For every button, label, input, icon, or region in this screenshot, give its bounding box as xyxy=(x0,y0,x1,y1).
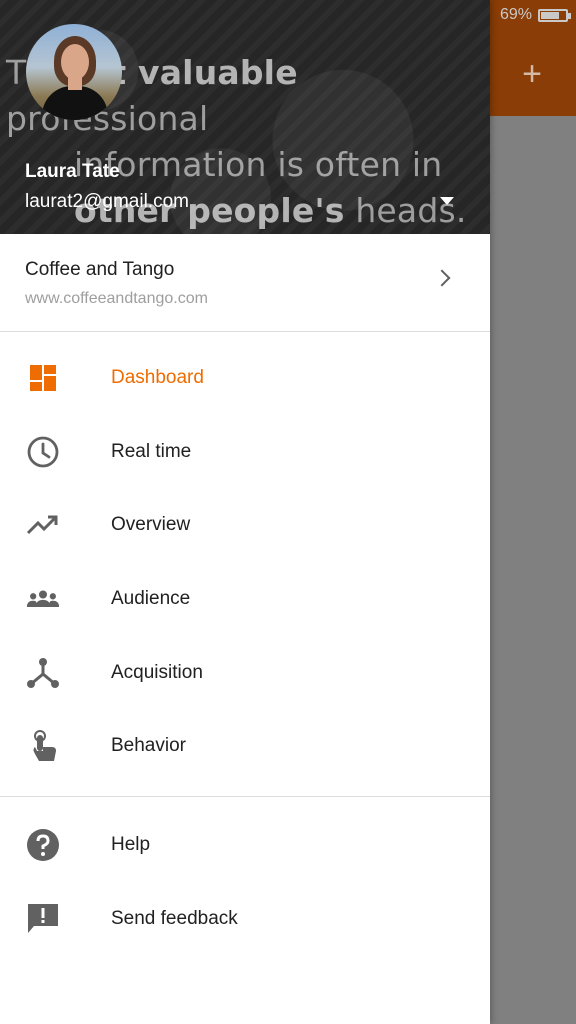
primary-nav: Dashboard Real time Overview Audience Ac… xyxy=(0,332,490,783)
avatar[interactable] xyxy=(26,24,122,120)
navigation-drawer: T st valuable professional information i… xyxy=(0,0,490,1024)
nav-item-label: Acquisition xyxy=(111,661,203,683)
nav-item-label: Audience xyxy=(111,587,191,609)
nav-item-label: Behavior xyxy=(111,735,186,757)
nav-item-real-time[interactable]: Real time xyxy=(0,415,490,489)
nav-item-send-feedback[interactable]: Send feedback xyxy=(0,882,490,956)
plus-icon: + xyxy=(522,55,542,93)
battery-icon xyxy=(538,8,571,22)
property-url: www.coffeeandtango.com xyxy=(25,290,208,307)
feedback-icon xyxy=(26,902,60,936)
nav-item-label: Help xyxy=(111,833,151,855)
user-name: Laura Tate xyxy=(25,161,120,182)
battery-text: 69% xyxy=(499,6,532,23)
clock-icon xyxy=(26,435,60,469)
merge-icon xyxy=(26,656,60,690)
add-button[interactable]: + xyxy=(510,52,554,96)
account-dropdown-icon[interactable] xyxy=(438,192,458,212)
nav-item-label: Send feedback xyxy=(111,907,238,929)
nav-item-acquisition[interactable]: Acquisition xyxy=(0,636,490,710)
trending-up-icon xyxy=(26,508,60,542)
nav-item-dashboard[interactable]: Dashboard xyxy=(0,341,490,415)
people-icon xyxy=(26,582,60,616)
secondary-nav: Help Send feedback xyxy=(0,797,490,955)
nav-item-behavior[interactable]: Behavior xyxy=(0,709,490,783)
property-selector[interactable]: Coffee and Tango www.coffeeandtango.com xyxy=(0,234,490,332)
user-email: laurat2@gmail.com xyxy=(25,191,189,212)
nav-item-overview[interactable]: Overview xyxy=(0,488,490,562)
help-icon xyxy=(26,828,60,862)
touch-icon xyxy=(26,729,60,763)
nav-item-label: Real time xyxy=(111,440,192,462)
nav-item-label: Overview xyxy=(111,514,191,536)
status-bar: 69% xyxy=(499,6,571,24)
nav-item-label: Dashboard xyxy=(111,366,204,388)
nav-item-audience[interactable]: Audience xyxy=(0,562,490,636)
account-header: T st valuable professional information i… xyxy=(0,0,490,234)
dashboard-icon xyxy=(26,361,60,395)
chevron-right-icon xyxy=(433,269,451,287)
nav-item-help[interactable]: Help xyxy=(0,808,490,882)
property-name: Coffee and Tango xyxy=(25,259,175,280)
